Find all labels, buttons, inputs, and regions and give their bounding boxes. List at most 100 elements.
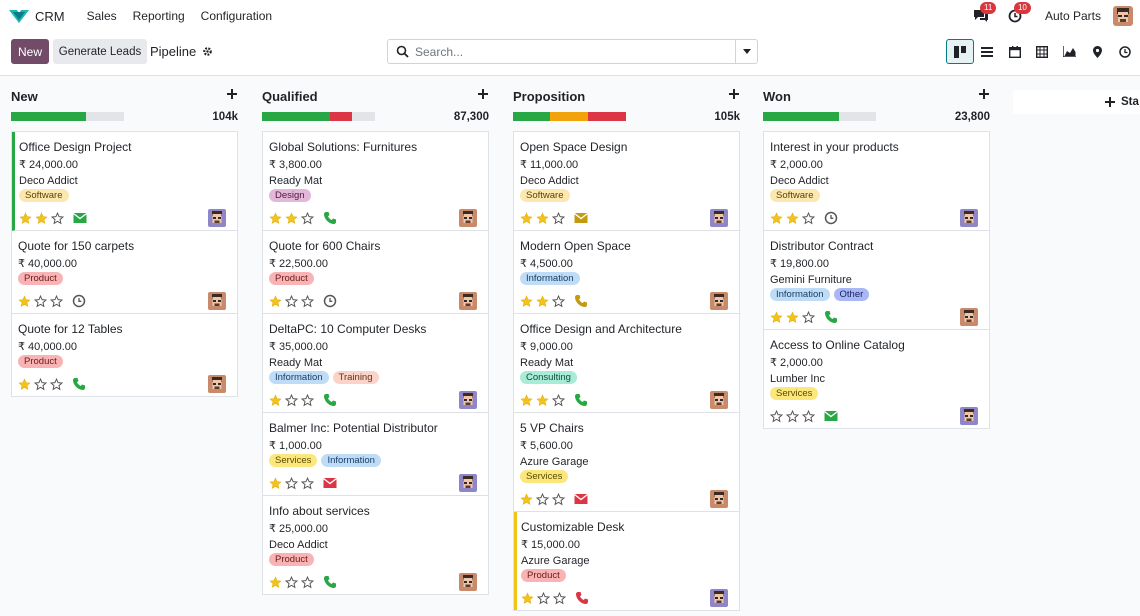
lead-card[interactable]: Info about services ₹ 25,000.00 Deco Addic… xyxy=(263,496,488,594)
activity-button[interactable] xyxy=(72,294,86,308)
star-filled-icon[interactable] xyxy=(269,575,282,589)
activity-button[interactable] xyxy=(323,575,337,589)
add-stage-button[interactable]: Sta xyxy=(1013,90,1140,114)
quick-create-plus-icon[interactable] xyxy=(477,88,489,100)
calendar-view-button[interactable] xyxy=(1001,39,1029,64)
star-filled-icon[interactable] xyxy=(520,393,533,407)
search-input[interactable] xyxy=(415,44,725,59)
activity-button[interactable] xyxy=(72,377,86,391)
salesperson-avatar[interactable] xyxy=(710,209,728,227)
app-brand[interactable]: CRM xyxy=(9,9,65,24)
progress-segment[interactable] xyxy=(11,112,86,121)
progress-segment[interactable] xyxy=(513,112,551,121)
progress-segment[interactable] xyxy=(763,112,839,121)
star-filled-icon[interactable] xyxy=(18,294,31,308)
quick-create-plus-icon[interactable] xyxy=(728,88,740,100)
activity-button[interactable] xyxy=(73,211,87,225)
star-filled-icon[interactable] xyxy=(536,294,549,308)
star-filled-icon[interactable] xyxy=(536,211,549,225)
salesperson-avatar[interactable] xyxy=(960,407,978,425)
column-title[interactable]: Qualified xyxy=(262,89,318,104)
kanban-view-button[interactable] xyxy=(946,39,974,64)
lead-card[interactable]: Open Space Design ₹ 11,000.00 Deco Addict S… xyxy=(514,132,739,231)
star-empty-icon[interactable] xyxy=(552,393,565,407)
lead-card[interactable]: Quote for 150 carpets ₹ 40,000.00 Product xyxy=(12,231,237,314)
lead-card[interactable]: Quote for 12 Tables ₹ 40,000.00 Product xyxy=(12,314,237,396)
activity-button[interactable] xyxy=(323,476,337,490)
star-empty-icon[interactable] xyxy=(285,393,298,407)
messages-button[interactable]: 11 xyxy=(971,2,997,26)
activity-button[interactable] xyxy=(824,211,838,225)
quick-create-plus-icon[interactable] xyxy=(978,88,990,100)
star-filled-icon[interactable] xyxy=(269,476,282,490)
progress-segment[interactable] xyxy=(838,112,876,121)
star-empty-icon[interactable] xyxy=(536,492,549,506)
salesperson-avatar[interactable] xyxy=(459,391,477,409)
activity-button[interactable] xyxy=(574,492,588,506)
activities-button[interactable]: 10 xyxy=(1005,2,1031,26)
star-empty-icon[interactable] xyxy=(770,409,783,423)
star-empty-icon[interactable] xyxy=(552,492,565,506)
new-button[interactable]: New xyxy=(11,39,49,64)
activity-view-button[interactable] xyxy=(1111,39,1139,64)
star-filled-icon[interactable] xyxy=(770,211,783,225)
star-filled-icon[interactable] xyxy=(520,492,533,506)
star-empty-icon[interactable] xyxy=(802,211,815,225)
progress-segment[interactable] xyxy=(262,112,330,121)
star-filled-icon[interactable] xyxy=(536,393,549,407)
salesperson-avatar[interactable] xyxy=(710,391,728,409)
lead-card[interactable]: Access to Online Catalog ₹ 2,000.00 Lumber… xyxy=(764,330,989,428)
activity-button[interactable] xyxy=(323,294,337,308)
lead-card[interactable]: Office Design and Architecture ₹ 9,000.00… xyxy=(514,314,739,413)
salesperson-avatar[interactable] xyxy=(710,589,728,607)
lead-card[interactable]: Interest in your products ₹ 2,000.00 Deco … xyxy=(764,132,989,231)
activity-button[interactable] xyxy=(574,211,588,225)
activity-button[interactable] xyxy=(575,591,589,605)
star-empty-icon[interactable] xyxy=(802,409,815,423)
activity-button[interactable] xyxy=(574,294,588,308)
star-filled-icon[interactable] xyxy=(786,310,799,324)
star-empty-icon[interactable] xyxy=(51,211,64,225)
star-filled-icon[interactable] xyxy=(520,211,533,225)
star-empty-icon[interactable] xyxy=(537,591,550,605)
activity-button[interactable] xyxy=(323,211,337,225)
user-avatar[interactable] xyxy=(1113,6,1133,26)
star-empty-icon[interactable] xyxy=(552,294,565,308)
salesperson-avatar[interactable] xyxy=(960,209,978,227)
activity-button[interactable] xyxy=(323,393,337,407)
star-filled-icon[interactable] xyxy=(285,211,298,225)
column-progress-bar[interactable] xyxy=(763,112,876,121)
column-progress-bar[interactable] xyxy=(513,112,626,121)
lead-card[interactable]: Balmer Inc: Potential Distributor ₹ 1,000… xyxy=(263,413,488,496)
activity-button[interactable] xyxy=(574,393,588,407)
salesperson-avatar[interactable] xyxy=(459,292,477,310)
salesperson-avatar[interactable] xyxy=(710,490,728,508)
star-empty-icon[interactable] xyxy=(301,393,314,407)
company-switcher[interactable]: Auto Parts xyxy=(1045,9,1101,23)
activity-button[interactable] xyxy=(824,310,838,324)
star-filled-icon[interactable] xyxy=(770,310,783,324)
graph-view-button[interactable] xyxy=(1056,39,1084,64)
star-filled-icon[interactable] xyxy=(521,591,534,605)
star-empty-icon[interactable] xyxy=(285,575,298,589)
star-empty-icon[interactable] xyxy=(285,476,298,490)
salesperson-avatar[interactable] xyxy=(710,292,728,310)
star-empty-icon[interactable] xyxy=(301,476,314,490)
star-filled-icon[interactable] xyxy=(269,294,282,308)
star-empty-icon[interactable] xyxy=(301,211,314,225)
star-empty-icon[interactable] xyxy=(34,377,47,391)
star-filled-icon[interactable] xyxy=(520,294,533,308)
star-empty-icon[interactable] xyxy=(285,294,298,308)
lead-card[interactable]: Quote for 600 Chairs ₹ 22,500.00 Product xyxy=(263,231,488,314)
lead-card[interactable]: Global Solutions: Furnitures ₹ 3,800.00 Re… xyxy=(263,132,488,231)
star-empty-icon[interactable] xyxy=(552,211,565,225)
star-empty-icon[interactable] xyxy=(50,294,63,308)
star-empty-icon[interactable] xyxy=(553,591,566,605)
progress-segment[interactable] xyxy=(587,112,626,121)
column-progress-bar[interactable] xyxy=(262,112,375,121)
menu-item-configuration[interactable]: Configuration xyxy=(201,9,272,23)
star-empty-icon[interactable] xyxy=(34,294,47,308)
salesperson-avatar[interactable] xyxy=(208,292,226,310)
star-empty-icon[interactable] xyxy=(786,409,799,423)
column-progress-bar[interactable] xyxy=(11,112,124,121)
